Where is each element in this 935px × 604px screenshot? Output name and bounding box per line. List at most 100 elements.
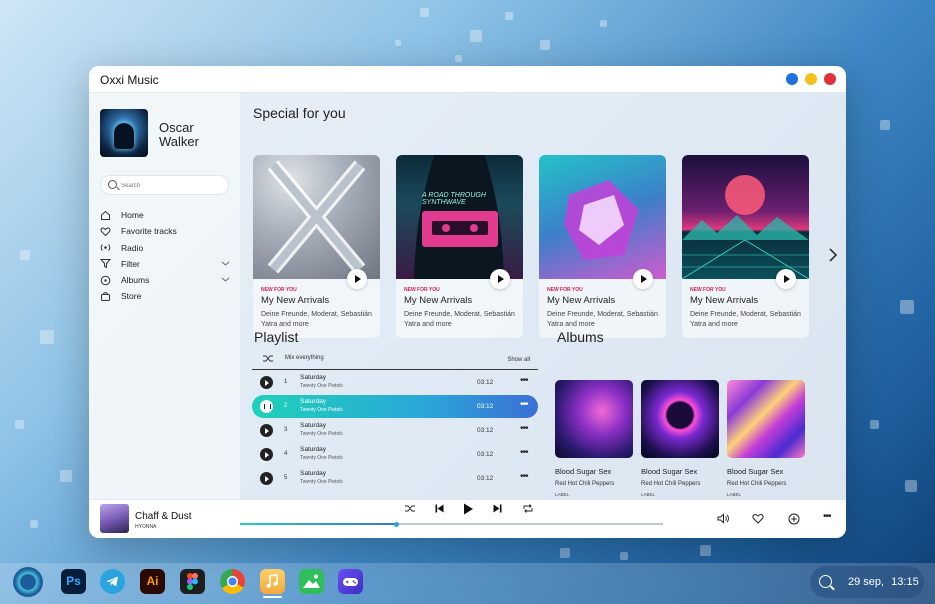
- gallery-icon[interactable]: [299, 569, 324, 594]
- search-icon[interactable]: [819, 575, 832, 588]
- sidebar: Oscar Walker Home Favorite tracks: [89, 93, 240, 499]
- progress-thumb[interactable]: [394, 521, 399, 527]
- illustrator-icon[interactable]: Ai: [140, 569, 165, 594]
- album-card[interactable]: Blood Sugar Sex Red Hot Chili Peppers LA…: [727, 380, 805, 497]
- search-input[interactable]: [121, 179, 221, 192]
- play-icon[interactable]: [260, 376, 273, 389]
- play-button[interactable]: [490, 269, 510, 289]
- date-time[interactable]: 29 sep, 13:15: [848, 576, 919, 588]
- card-artwork: [682, 155, 809, 280]
- track-duration: 03:12: [477, 379, 494, 386]
- now-playing-title: Chaff & Dust: [135, 511, 192, 522]
- play-button[interactable]: [347, 269, 367, 289]
- album-card[interactable]: Blood Sugar Sex Red Hot Chili Peppers LA…: [641, 380, 719, 497]
- sidebar-item-label: Store: [121, 291, 142, 302]
- track-artist: Twenty One Pistols: [300, 383, 343, 389]
- app-title: Oxxi Music: [100, 73, 159, 87]
- shuffle-icon[interactable]: [405, 504, 415, 515]
- background-cube: [505, 12, 513, 20]
- card-tag: NEW FOR YOU: [547, 287, 583, 293]
- maximize-button[interactable]: [805, 73, 817, 85]
- telegram-icon[interactable]: [100, 569, 125, 594]
- background-cube: [620, 552, 628, 560]
- sidebar-item-store[interactable]: Store: [100, 288, 230, 304]
- album-artwork: [727, 380, 805, 458]
- track-row[interactable]: 3 Saturday Twenty One Pistols 03:12 •••: [252, 419, 538, 442]
- pause-icon[interactable]: [260, 400, 273, 413]
- play-button[interactable]: [776, 269, 796, 289]
- sidebar-item-label: Home: [121, 210, 144, 220]
- figma-icon[interactable]: [180, 569, 205, 594]
- background-cube: [20, 250, 30, 260]
- heart-icon[interactable]: [752, 513, 764, 527]
- avatar[interactable]: [100, 109, 148, 157]
- show-all-link[interactable]: Show all: [507, 357, 530, 363]
- album-card[interactable]: Blood Sugar Sex Red Hot Chili Peppers LA…: [555, 380, 633, 497]
- add-icon[interactable]: [788, 513, 800, 528]
- home-icon: [100, 210, 111, 221]
- sidebar-item-home[interactable]: Home: [100, 207, 230, 223]
- card-title: My New Arrivals: [547, 295, 616, 306]
- next-icon[interactable]: [493, 504, 502, 515]
- playlist-card[interactable]: NEW FOR YOU My New Arrivals Deine Freund…: [539, 155, 666, 338]
- track-number: 1: [284, 379, 288, 385]
- play-icon[interactable]: [260, 448, 273, 461]
- playlist-card[interactable]: NEW FOR YOU My New Arrivals Deine Freund…: [253, 155, 380, 338]
- album-artist: Red Hot Chili Peppers: [641, 481, 701, 487]
- progress-slider[interactable]: [240, 521, 663, 527]
- background-cube: [560, 548, 570, 558]
- time-text: 13:15: [891, 576, 919, 588]
- more-icon[interactable]: •••: [520, 447, 528, 458]
- play-icon[interactable]: [463, 503, 474, 517]
- background-cube: [395, 40, 401, 46]
- close-button[interactable]: [824, 73, 836, 85]
- card-artwork: A ROAD THROUGH SYNTHWAVE: [396, 155, 523, 279]
- more-icon[interactable]: •••: [520, 471, 528, 482]
- shuffle-icon[interactable]: [263, 354, 273, 365]
- background-cube: [600, 20, 607, 27]
- sidebar-item-filter[interactable]: Filter: [99, 256, 230, 272]
- heart-icon: [100, 226, 111, 237]
- card-tag: NEW FOR YOU: [404, 287, 440, 293]
- more-icon[interactable]: •••: [520, 399, 528, 410]
- sidebar-item-favorite-tracks[interactable]: Favorite tracks: [100, 223, 230, 239]
- sidebar-item-radio[interactable]: Radio: [100, 240, 230, 256]
- track-row[interactable]: 5 Saturday Twenty One Pistols 03:12 •••: [252, 467, 538, 490]
- photoshop-icon[interactable]: Ps: [61, 569, 86, 594]
- launcher-icon[interactable]: [13, 567, 43, 597]
- track-name: Saturday: [300, 446, 327, 453]
- games-icon[interactable]: [338, 569, 363, 594]
- album-artist: Red Hot Chili Peppers: [555, 481, 615, 487]
- sidebar-item-label: Radio: [121, 242, 144, 253]
- track-row[interactable]: 4 Saturday Twenty One Pistols 03:12 •••: [252, 443, 538, 466]
- play-icon[interactable]: [260, 472, 273, 485]
- repeat-icon[interactable]: [523, 504, 533, 515]
- chevron-right-icon[interactable]: [828, 248, 838, 265]
- mix-everything-button[interactable]: Mix everything: [285, 355, 324, 361]
- sidebar-item-label: Filter: [121, 258, 140, 269]
- chevron-down-icon[interactable]: [221, 275, 230, 286]
- playlist-card[interactable]: A ROAD THROUGH SYNTHWAVE NEW FOR YOU My …: [396, 155, 523, 338]
- track-row[interactable]: 1 Saturday Twenty One Pistols 03:12 •••: [252, 371, 538, 394]
- card-artwork: [539, 155, 666, 279]
- minimize-button[interactable]: [786, 73, 798, 85]
- playlist-card[interactable]: NEW FOR YOU My New Arrivals Deine Freund…: [682, 155, 809, 338]
- more-icon[interactable]: •••: [520, 375, 528, 386]
- sidebar-item-albums[interactable]: Albums: [100, 272, 230, 288]
- volume-icon[interactable]: [717, 513, 729, 527]
- music-app-icon[interactable]: [260, 569, 285, 594]
- more-icon[interactable]: •••: [823, 511, 831, 522]
- background-cube: [700, 545, 711, 556]
- search-box[interactable]: [100, 175, 229, 195]
- background-cube: [420, 8, 429, 17]
- track-row[interactable]: 2 Saturday Twenty One Pistols 03:12 •••: [252, 395, 538, 418]
- play-icon[interactable]: [260, 424, 273, 437]
- more-icon[interactable]: •••: [520, 423, 528, 434]
- album-label: LABEL: [727, 492, 742, 497]
- album-artwork: [641, 380, 719, 458]
- chevron-down-icon[interactable]: [221, 259, 230, 270]
- chrome-icon[interactable]: [220, 569, 245, 594]
- play-button[interactable]: [633, 269, 653, 289]
- track-artist: Twenty One Pistols: [300, 455, 343, 461]
- previous-icon[interactable]: [435, 504, 444, 515]
